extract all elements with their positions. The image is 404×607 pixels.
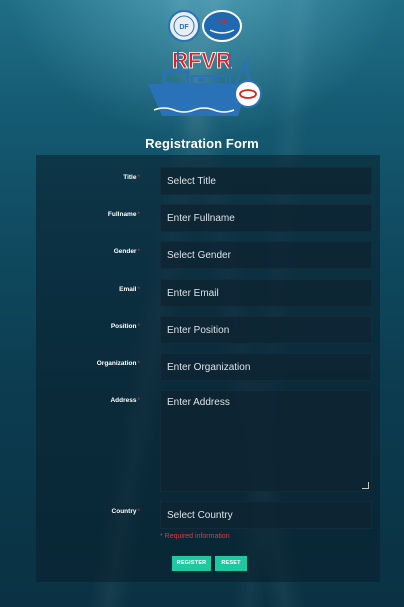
gender-select[interactable]: Select Gender: [160, 241, 372, 269]
organization-label: Organization*: [96, 360, 140, 367]
svg-text:DF: DF: [179, 24, 189, 31]
position-label: Position*: [110, 323, 140, 330]
fullname-label: Fullname*: [107, 211, 140, 218]
form-title: Registration Form: [145, 136, 259, 151]
email-input[interactable]: Enter Email: [160, 279, 372, 307]
required-info-note: * Required information: [160, 533, 230, 540]
gender-label: Gender*: [113, 248, 140, 255]
fullname-input[interactable]: Enter Fullname: [160, 204, 372, 232]
address-textarea[interactable]: Enter Address: [160, 390, 372, 492]
svg-text:JTF: JTF: [217, 20, 228, 26]
country-select[interactable]: Select Country: [160, 501, 372, 529]
logo-text: RFVR: [172, 48, 232, 73]
email-label: Email*: [119, 286, 140, 293]
title-select[interactable]: Select Title: [160, 167, 372, 195]
register-button[interactable]: REGISTER: [172, 556, 211, 571]
registration-form-panel: Title* Select Title Fullname* Enter Full…: [36, 155, 380, 582]
address-label: Address*: [110, 397, 140, 404]
country-label: Country*: [111, 508, 140, 515]
title-label: Title*: [123, 174, 140, 181]
position-input[interactable]: Enter Position: [160, 316, 372, 344]
reset-button[interactable]: RESET: [215, 556, 247, 571]
resize-handle-icon[interactable]: [362, 482, 369, 489]
organization-input[interactable]: Enter Organization: [160, 353, 372, 381]
address-placeholder: Enter Address: [167, 397, 230, 408]
rfvr-logo: DF JTF RFVR: [148, 10, 262, 116]
